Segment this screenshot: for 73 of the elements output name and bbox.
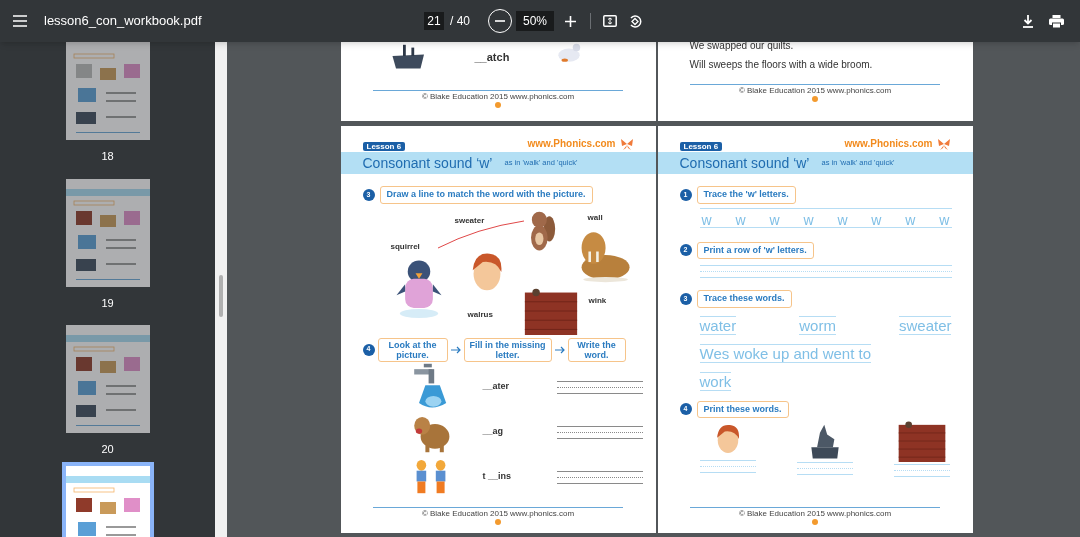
copyright-text: © Blake Education 2015 www.phonics.com bbox=[421, 509, 575, 518]
print-icon bbox=[1048, 14, 1064, 28]
lesson-tag: Lesson 6 bbox=[679, 142, 723, 151]
trace-letter: w bbox=[837, 212, 848, 227]
lesson-tag: Lesson 6 bbox=[362, 142, 406, 151]
rotate-icon bbox=[628, 14, 642, 28]
download-icon bbox=[1022, 14, 1034, 28]
trace-letter: w bbox=[769, 212, 780, 227]
print-button[interactable] bbox=[1048, 13, 1064, 29]
step-label: Fill in the missing letter. bbox=[463, 337, 552, 362]
match-word: squirrel bbox=[390, 240, 420, 253]
instruction-label: Trace these words. bbox=[696, 290, 792, 308]
page-number-field[interactable]: 21 bbox=[424, 12, 444, 30]
copyright-text: © Blake Education 2015 www.phonics.com bbox=[738, 509, 892, 518]
trace-sentence: Wes woke up and went to bbox=[699, 343, 871, 363]
copyright-text: © Blake Education 2015 www.phonics.com bbox=[421, 92, 575, 101]
fit-page-icon bbox=[603, 15, 617, 27]
page-thumbnail[interactable] bbox=[65, 42, 150, 140]
website-text: www.Phonics.com bbox=[527, 137, 616, 151]
sentence-text: Will sweeps the floors with a wide broom. bbox=[689, 58, 874, 72]
trace-letter: w bbox=[701, 212, 712, 227]
fit-page-button[interactable] bbox=[602, 13, 618, 29]
scrollbar-thumb[interactable] bbox=[219, 275, 223, 317]
page-number-icon bbox=[495, 102, 501, 108]
instruction-label: Trace the 'w' letters. bbox=[696, 186, 796, 204]
butterfly-icon bbox=[936, 136, 951, 151]
rotate-button[interactable] bbox=[627, 13, 643, 29]
instruction-label: Print these words. bbox=[696, 400, 789, 418]
minus-icon bbox=[495, 20, 505, 22]
trace-letter: w bbox=[939, 212, 950, 227]
zoom-field[interactable]: 50% bbox=[516, 11, 554, 31]
sentence-text: We swapped our quilts. bbox=[689, 42, 795, 53]
trace-letter: w bbox=[803, 212, 814, 227]
menu-icon bbox=[13, 15, 27, 27]
trace-word: water bbox=[699, 315, 737, 335]
match-word: walrus bbox=[467, 308, 493, 321]
page-thumbnail[interactable] bbox=[65, 325, 150, 433]
file-name: lesson6_con_workbook.pdf bbox=[44, 12, 203, 31]
page-number-icon bbox=[812, 96, 818, 102]
arrow-icon bbox=[450, 345, 461, 354]
instruction-label: Print a row of 'w' letters. bbox=[696, 241, 814, 259]
arrow-icon bbox=[554, 345, 565, 354]
butterfly-icon bbox=[619, 136, 634, 151]
word-blank-text: t __ins bbox=[482, 470, 512, 484]
word-blank-text: __atch bbox=[474, 50, 510, 65]
trace-word: worm bbox=[799, 315, 836, 335]
worksheet-title: Consonant sound ‘w’ bbox=[362, 153, 493, 173]
page-number-label: 18 bbox=[101, 149, 114, 164]
step-label: Write the word. bbox=[567, 337, 626, 362]
zoom-in-button[interactable] bbox=[562, 13, 578, 29]
page-number-label: 19 bbox=[101, 295, 114, 311]
website-text: www.Phonics.com bbox=[844, 137, 933, 151]
word-blank-text: __ag bbox=[482, 425, 504, 439]
page-number-label: 20 bbox=[101, 442, 114, 457]
copyright-text: © Blake Education 2015 www.phonics.com bbox=[738, 86, 892, 95]
trace-word: sweater bbox=[898, 315, 952, 335]
download-button[interactable] bbox=[1020, 13, 1036, 29]
word-blank-text: __ater bbox=[482, 380, 511, 394]
worksheet-title: Consonant sound ‘w’ bbox=[679, 153, 810, 173]
page-thumbnail[interactable] bbox=[65, 178, 150, 287]
match-word: wink bbox=[588, 294, 607, 307]
match-word: wall bbox=[587, 211, 603, 224]
trace-letter: w bbox=[735, 212, 746, 227]
page-number-icon bbox=[495, 519, 501, 525]
plus-icon bbox=[564, 15, 576, 27]
step-label: Look at the picture. bbox=[377, 337, 448, 362]
trace-letter: w bbox=[871, 212, 882, 227]
page-total-text: / 40 bbox=[450, 13, 470, 30]
trace-letter: w bbox=[905, 212, 916, 227]
instruction-label: Draw a line to match the word with the picture. bbox=[379, 186, 593, 204]
page-number-icon bbox=[812, 519, 818, 525]
match-word: sweater bbox=[454, 214, 485, 227]
trace-sentence: work bbox=[699, 371, 732, 391]
